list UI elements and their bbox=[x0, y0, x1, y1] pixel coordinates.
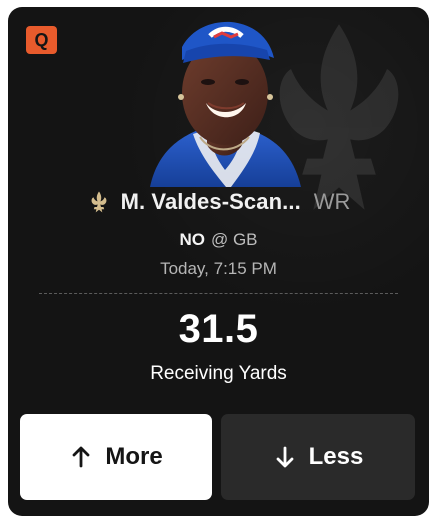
projection-line-value: 31.5 bbox=[178, 307, 259, 351]
arrow-up-icon bbox=[72, 446, 90, 468]
status-badge: Q bbox=[26, 26, 57, 54]
team-abbreviation: NO bbox=[179, 230, 205, 249]
more-button-label: More bbox=[105, 443, 163, 470]
player-headshot-icon bbox=[150, 21, 301, 187]
less-button[interactable]: Less bbox=[221, 414, 415, 500]
game-time: Today, 7:15 PM bbox=[160, 259, 277, 278]
opponent: @ GB bbox=[210, 230, 258, 249]
dashed-divider bbox=[39, 293, 398, 294]
fleur-de-lis-icon bbox=[91, 191, 107, 213]
matchup: NO @ GB bbox=[8, 231, 429, 248]
player-photo bbox=[114, 9, 334, 187]
stat-label: Receiving Yards bbox=[150, 363, 287, 384]
player-identity: M. Valdes-Scan... WR bbox=[8, 190, 429, 214]
player-name: M. Valdes-Scan... bbox=[120, 189, 301, 214]
arrow-down-icon bbox=[276, 446, 294, 468]
more-button[interactable]: More bbox=[20, 414, 212, 500]
less-button-label: Less bbox=[308, 443, 364, 470]
player-pick-card: Q M. Valdes-Scan... WR NO @ GB Today, 7:… bbox=[8, 7, 429, 516]
player-position: WR bbox=[313, 189, 351, 214]
